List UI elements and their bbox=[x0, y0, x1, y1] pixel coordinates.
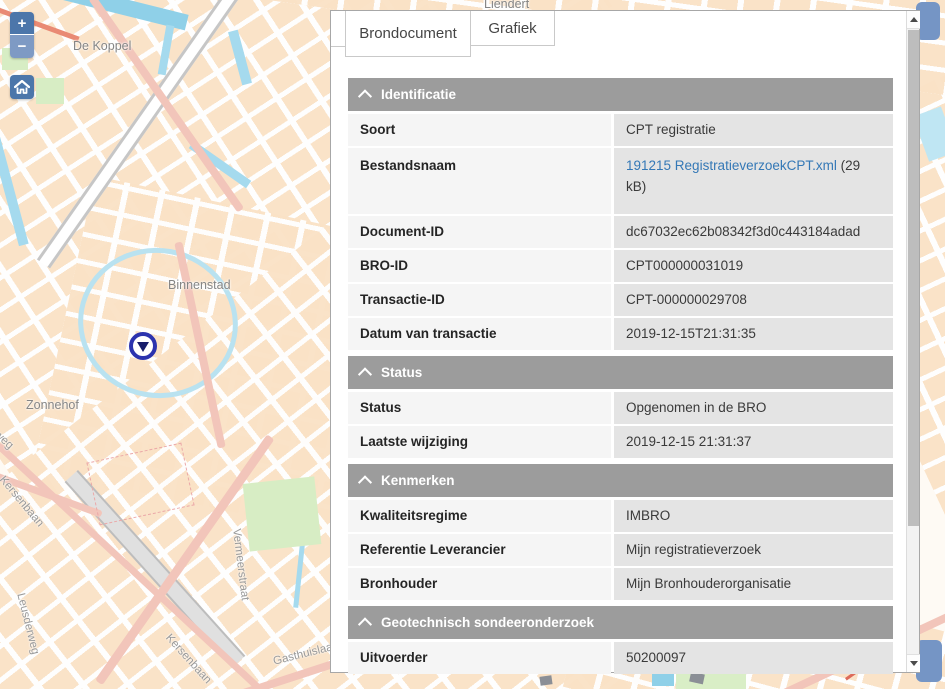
row-label: Uitvoerder bbox=[348, 642, 611, 674]
row-value: CPT000000031019 bbox=[614, 250, 893, 282]
row-label: Transactie-ID bbox=[348, 284, 611, 316]
row-label: BRO-ID bbox=[348, 250, 611, 282]
row-label: Kwaliteitsregime bbox=[348, 500, 611, 532]
cpt-location-marker[interactable] bbox=[129, 332, 157, 360]
panel-scrollbar[interactable] bbox=[906, 11, 919, 672]
scrollbar-thumb[interactable] bbox=[908, 30, 919, 526]
park bbox=[243, 476, 322, 551]
row-value: 50200097 bbox=[614, 642, 893, 674]
section-rows: Status Opgenomen in de BRO Laatste wijzi… bbox=[348, 392, 893, 458]
zoom-out-button[interactable]: − bbox=[10, 35, 34, 58]
tab-brondocument[interactable]: Brondocument bbox=[345, 11, 471, 57]
table-row: Bronhouder Mijn Bronhouderorganisatie bbox=[348, 568, 893, 600]
table-row: Status Opgenomen in de BRO bbox=[348, 392, 893, 424]
section-title: Identificatie bbox=[381, 87, 456, 102]
row-value: 2019-12-15 21:31:37 bbox=[614, 426, 893, 458]
tabbar-edge bbox=[331, 11, 345, 47]
document-panel: Brondocument Grafiek Identificatie Soort… bbox=[330, 10, 920, 673]
row-value: CPT-000000029708 bbox=[614, 284, 893, 316]
section-header-identificatie[interactable]: Identificatie bbox=[348, 78, 893, 111]
section-title: Status bbox=[381, 365, 422, 380]
place-label-binnenstad: Binnenstad bbox=[168, 278, 231, 292]
row-value: 191215 RegistratieverzoekCPT.xml (29 kB) bbox=[614, 148, 893, 214]
row-value: CPT registratie bbox=[614, 114, 893, 146]
row-value: Opgenomen in de BRO bbox=[614, 392, 893, 424]
home-button[interactable] bbox=[10, 75, 34, 99]
table-row: Transactie-ID CPT-000000029708 bbox=[348, 284, 893, 316]
table-row: Uitvoerder 50200097 bbox=[348, 642, 893, 674]
arrow-up-icon bbox=[910, 17, 918, 22]
table-row: Bestandsnaam 191215 RegistratieverzoekCP… bbox=[348, 148, 893, 214]
table-row: Soort CPT registratie bbox=[348, 114, 893, 146]
scroll-up-button[interactable] bbox=[907, 11, 920, 29]
table-row: BRO-ID CPT000000031019 bbox=[348, 250, 893, 282]
row-value: Mijn registratieverzoek bbox=[614, 534, 893, 566]
chevron-up-icon bbox=[358, 617, 372, 631]
chevron-up-icon bbox=[358, 367, 372, 381]
section-header-status[interactable]: Status bbox=[348, 356, 893, 389]
table-row: Referentie Leverancier Mijn registratiev… bbox=[348, 534, 893, 566]
row-label: Laatste wijziging bbox=[348, 426, 611, 458]
table-row: Laatste wijziging 2019-12-15 21:31:37 bbox=[348, 426, 893, 458]
place-label-zonnehof: Zonnehof bbox=[26, 398, 79, 412]
row-value: dc67032ec62b08342f3d0c443184adad bbox=[614, 216, 893, 248]
row-label: Soort bbox=[348, 114, 611, 146]
section-rows: Uitvoerder 50200097 bbox=[348, 642, 893, 674]
chevron-up-icon bbox=[358, 475, 372, 489]
place-label-de-koppel: De Koppel bbox=[73, 39, 131, 53]
section-rows: Kwaliteitsregime IMBRO Referentie Levera… bbox=[348, 500, 893, 600]
row-label: Bestandsnaam bbox=[348, 148, 611, 214]
marker-triangle-icon bbox=[137, 342, 149, 352]
row-label: Referentie Leverancier bbox=[348, 534, 611, 566]
row-value: Mijn Bronhouderorganisatie bbox=[614, 568, 893, 600]
zoom-controls: + − bbox=[10, 12, 34, 58]
section-rows: Soort CPT registratie Bestandsnaam 19121… bbox=[348, 114, 893, 350]
home-icon bbox=[14, 80, 30, 94]
tab-grafiek[interactable]: Grafiek bbox=[471, 11, 555, 46]
section-title: Kenmerken bbox=[381, 473, 455, 488]
chevron-up-icon bbox=[358, 89, 372, 103]
table-row: Kwaliteitsregime IMBRO bbox=[348, 500, 893, 532]
section-header-kenmerken[interactable]: Kenmerken bbox=[348, 464, 893, 497]
table-row: Datum van transactie 2019-12-15T21:31:35 bbox=[348, 318, 893, 350]
row-value: IMBRO bbox=[614, 500, 893, 532]
section-header-geotechnisch-sondeeronderzoek[interactable]: Geotechnisch sondeeronderzoek bbox=[348, 606, 893, 639]
file-download-link[interactable]: 191215 RegistratieverzoekCPT.xml bbox=[626, 158, 837, 173]
table-row: Document-ID dc67032ec62b08342f3d0c443184… bbox=[348, 216, 893, 248]
row-label: Document-ID bbox=[348, 216, 611, 248]
zoom-in-button[interactable]: + bbox=[10, 12, 34, 35]
arrow-down-icon bbox=[910, 661, 918, 666]
document-details: Identificatie Soort CPT registratie Best… bbox=[348, 78, 893, 680]
row-label: Status bbox=[348, 392, 611, 424]
row-label: Datum van transactie bbox=[348, 318, 611, 350]
section-title: Geotechnisch sondeeronderzoek bbox=[381, 615, 594, 630]
row-value: 2019-12-15T21:31:35 bbox=[614, 318, 893, 350]
park bbox=[36, 78, 64, 104]
scroll-down-button[interactable] bbox=[907, 654, 920, 672]
row-label: Bronhouder bbox=[348, 568, 611, 600]
